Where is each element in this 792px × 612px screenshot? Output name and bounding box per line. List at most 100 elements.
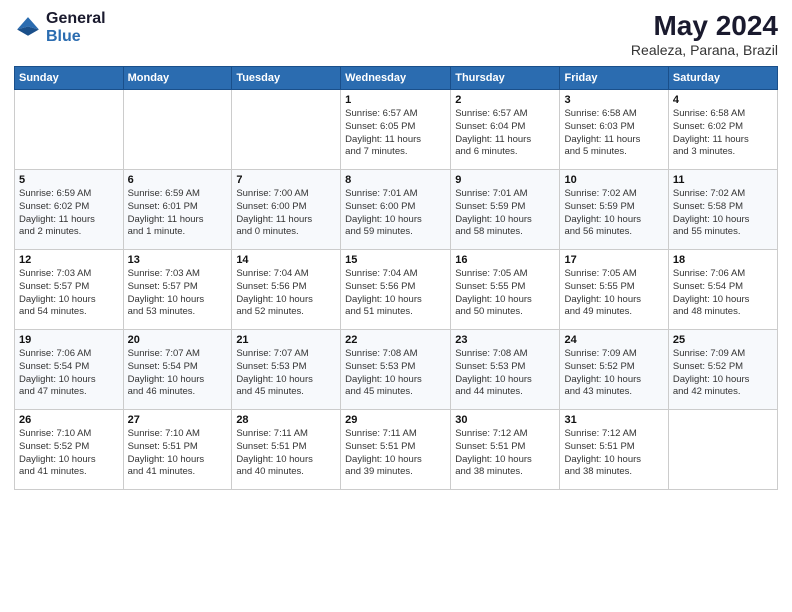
day-info: Sunrise: 7:11 AM Sunset: 5:51 PM Dayligh… (236, 428, 336, 479)
calendar-cell: 26 Sunrise: 7:10 AM Sunset: 5:52 PM Dayli… (15, 410, 124, 490)
day-info: Sunrise: 7:00 AM Sunset: 6:00 PM Dayligh… (236, 188, 336, 239)
day-number: 2 (455, 94, 555, 106)
calendar-cell (123, 90, 232, 170)
day-number: 18 (673, 254, 773, 266)
header: General Blue May 2024 Realeza, Parana, B… (14, 10, 778, 58)
day-info: Sunrise: 7:10 AM Sunset: 5:52 PM Dayligh… (19, 428, 119, 479)
day-number: 17 (564, 254, 663, 266)
calendar-cell: 29 Sunrise: 7:11 AM Sunset: 5:51 PM Dayli… (341, 410, 451, 490)
day-info: Sunrise: 7:12 AM Sunset: 5:51 PM Dayligh… (455, 428, 555, 479)
calendar-cell: 10Sunrise: 7:02 AM Sunset: 5:59 PM Dayli… (560, 170, 668, 250)
day-info: Sunrise: 7:03 AM Sunset: 5:57 PM Dayligh… (19, 268, 119, 319)
day-number: 22 (345, 334, 446, 346)
day-number: 1 (345, 94, 446, 106)
col-header-thursday: Thursday (451, 67, 560, 90)
calendar-header-row: SundayMondayTuesdayWednesdayThursdayFrid… (15, 67, 778, 90)
day-number: 16 (455, 254, 555, 266)
day-number: 8 (345, 174, 446, 186)
calendar-cell: 11 Sunrise: 7:02 AM Sunset: 5:58 PM Dayli… (668, 170, 777, 250)
calendar-cell (232, 90, 341, 170)
calendar-cell: 2 Sunrise: 6:57 AM Sunset: 6:04 PM Daylig… (451, 90, 560, 170)
calendar-cell: 24 Sunrise: 7:09 AM Sunset: 5:52 PM Dayli… (560, 330, 668, 410)
day-number: 24 (564, 334, 663, 346)
page: General Blue May 2024 Realeza, Parana, B… (0, 0, 792, 612)
day-info: Sunrise: 7:02 AM Sunset: 5:58 PM Dayligh… (673, 188, 773, 239)
calendar-cell: 5Sunrise: 6:59 AM Sunset: 6:02 PM Daylig… (15, 170, 124, 250)
calendar-cell: 1 Sunrise: 6:57 AM Sunset: 6:05 PM Daylig… (341, 90, 451, 170)
calendar-cell (15, 90, 124, 170)
day-number: 29 (345, 414, 446, 426)
day-number: 25 (673, 334, 773, 346)
calendar-cell: 8 Sunrise: 7:01 AM Sunset: 6:00 PM Daylig… (341, 170, 451, 250)
day-info: Sunrise: 7:11 AM Sunset: 5:51 PM Dayligh… (345, 428, 446, 479)
week-row-4: 19Sunrise: 7:06 AM Sunset: 5:54 PM Dayli… (15, 330, 778, 410)
day-number: 9 (455, 174, 555, 186)
col-header-tuesday: Tuesday (232, 67, 341, 90)
col-header-sunday: Sunday (15, 67, 124, 90)
day-number: 28 (236, 414, 336, 426)
subtitle: Realeza, Parana, Brazil (631, 42, 778, 58)
day-number: 30 (455, 414, 555, 426)
day-info: Sunrise: 7:12 AM Sunset: 5:51 PM Dayligh… (564, 428, 663, 479)
week-row-5: 26 Sunrise: 7:10 AM Sunset: 5:52 PM Dayli… (15, 410, 778, 490)
logo-icon (14, 14, 42, 42)
calendar-cell: 17 Sunrise: 7:05 AM Sunset: 5:55 PM Dayli… (560, 250, 668, 330)
day-info: Sunrise: 7:09 AM Sunset: 5:52 PM Dayligh… (673, 348, 773, 399)
calendar-cell: 30 Sunrise: 7:12 AM Sunset: 5:51 PM Dayli… (451, 410, 560, 490)
calendar-cell: 25 Sunrise: 7:09 AM Sunset: 5:52 PM Dayli… (668, 330, 777, 410)
col-header-saturday: Saturday (668, 67, 777, 90)
day-info: Sunrise: 6:57 AM Sunset: 6:04 PM Dayligh… (455, 108, 555, 159)
day-number: 23 (455, 334, 555, 346)
day-info: Sunrise: 7:05 AM Sunset: 5:55 PM Dayligh… (564, 268, 663, 319)
day-info: Sunrise: 7:04 AM Sunset: 5:56 PM Dayligh… (236, 268, 336, 319)
day-info: Sunrise: 7:01 AM Sunset: 6:00 PM Dayligh… (345, 188, 446, 239)
calendar-cell: 9 Sunrise: 7:01 AM Sunset: 5:59 PM Daylig… (451, 170, 560, 250)
day-number: 20 (128, 334, 228, 346)
day-info: Sunrise: 7:01 AM Sunset: 5:59 PM Dayligh… (455, 188, 555, 239)
day-number: 13 (128, 254, 228, 266)
title-block: May 2024 Realeza, Parana, Brazil (631, 10, 778, 58)
day-info: Sunrise: 7:06 AM Sunset: 5:54 PM Dayligh… (673, 268, 773, 319)
day-info: Sunrise: 6:59 AM Sunset: 6:01 PM Dayligh… (128, 188, 228, 239)
calendar-cell: 12 Sunrise: 7:03 AM Sunset: 5:57 PM Dayli… (15, 250, 124, 330)
calendar-cell (668, 410, 777, 490)
calendar-cell: 7 Sunrise: 7:00 AM Sunset: 6:00 PM Daylig… (232, 170, 341, 250)
day-info: Sunrise: 7:09 AM Sunset: 5:52 PM Dayligh… (564, 348, 663, 399)
week-row-3: 12 Sunrise: 7:03 AM Sunset: 5:57 PM Dayli… (15, 250, 778, 330)
day-number: 21 (236, 334, 336, 346)
week-row-2: 5Sunrise: 6:59 AM Sunset: 6:02 PM Daylig… (15, 170, 778, 250)
calendar-cell: 18 Sunrise: 7:06 AM Sunset: 5:54 PM Dayli… (668, 250, 777, 330)
calendar-table: SundayMondayTuesdayWednesdayThursdayFrid… (14, 66, 778, 490)
day-number: 6 (128, 174, 228, 186)
calendar-cell: 16 Sunrise: 7:05 AM Sunset: 5:55 PM Dayli… (451, 250, 560, 330)
col-header-monday: Monday (123, 67, 232, 90)
day-number: 26 (19, 414, 119, 426)
day-number: 12 (19, 254, 119, 266)
day-number: 19 (19, 334, 119, 346)
day-number: 4 (673, 94, 773, 106)
calendar-cell: 27Sunrise: 7:10 AM Sunset: 5:51 PM Dayli… (123, 410, 232, 490)
calendar-cell: 19Sunrise: 7:06 AM Sunset: 5:54 PM Dayli… (15, 330, 124, 410)
day-number: 31 (564, 414, 663, 426)
day-number: 11 (673, 174, 773, 186)
day-info: Sunrise: 7:07 AM Sunset: 5:53 PM Dayligh… (236, 348, 336, 399)
calendar-cell: 23 Sunrise: 7:08 AM Sunset: 5:53 PM Dayli… (451, 330, 560, 410)
calendar-cell: 22Sunrise: 7:08 AM Sunset: 5:53 PM Dayli… (341, 330, 451, 410)
calendar-cell: 15Sunrise: 7:04 AM Sunset: 5:56 PM Dayli… (341, 250, 451, 330)
col-header-wednesday: Wednesday (341, 67, 451, 90)
day-number: 7 (236, 174, 336, 186)
day-info: Sunrise: 7:02 AM Sunset: 5:59 PM Dayligh… (564, 188, 663, 239)
day-number: 14 (236, 254, 336, 266)
day-info: Sunrise: 7:05 AM Sunset: 5:55 PM Dayligh… (455, 268, 555, 319)
calendar-cell: 13Sunrise: 7:03 AM Sunset: 5:57 PM Dayli… (123, 250, 232, 330)
day-number: 27 (128, 414, 228, 426)
calendar-cell: 20Sunrise: 7:07 AM Sunset: 5:54 PM Dayli… (123, 330, 232, 410)
calendar-cell: 28 Sunrise: 7:11 AM Sunset: 5:51 PM Dayli… (232, 410, 341, 490)
week-row-1: 1 Sunrise: 6:57 AM Sunset: 6:05 PM Daylig… (15, 90, 778, 170)
calendar-cell: 31 Sunrise: 7:12 AM Sunset: 5:51 PM Dayli… (560, 410, 668, 490)
calendar-cell: 6 Sunrise: 6:59 AM Sunset: 6:01 PM Daylig… (123, 170, 232, 250)
day-info: Sunrise: 6:57 AM Sunset: 6:05 PM Dayligh… (345, 108, 446, 159)
day-info: Sunrise: 7:08 AM Sunset: 5:53 PM Dayligh… (455, 348, 555, 399)
day-info: Sunrise: 7:04 AM Sunset: 5:56 PM Dayligh… (345, 268, 446, 319)
logo-text: General Blue (46, 10, 106, 45)
